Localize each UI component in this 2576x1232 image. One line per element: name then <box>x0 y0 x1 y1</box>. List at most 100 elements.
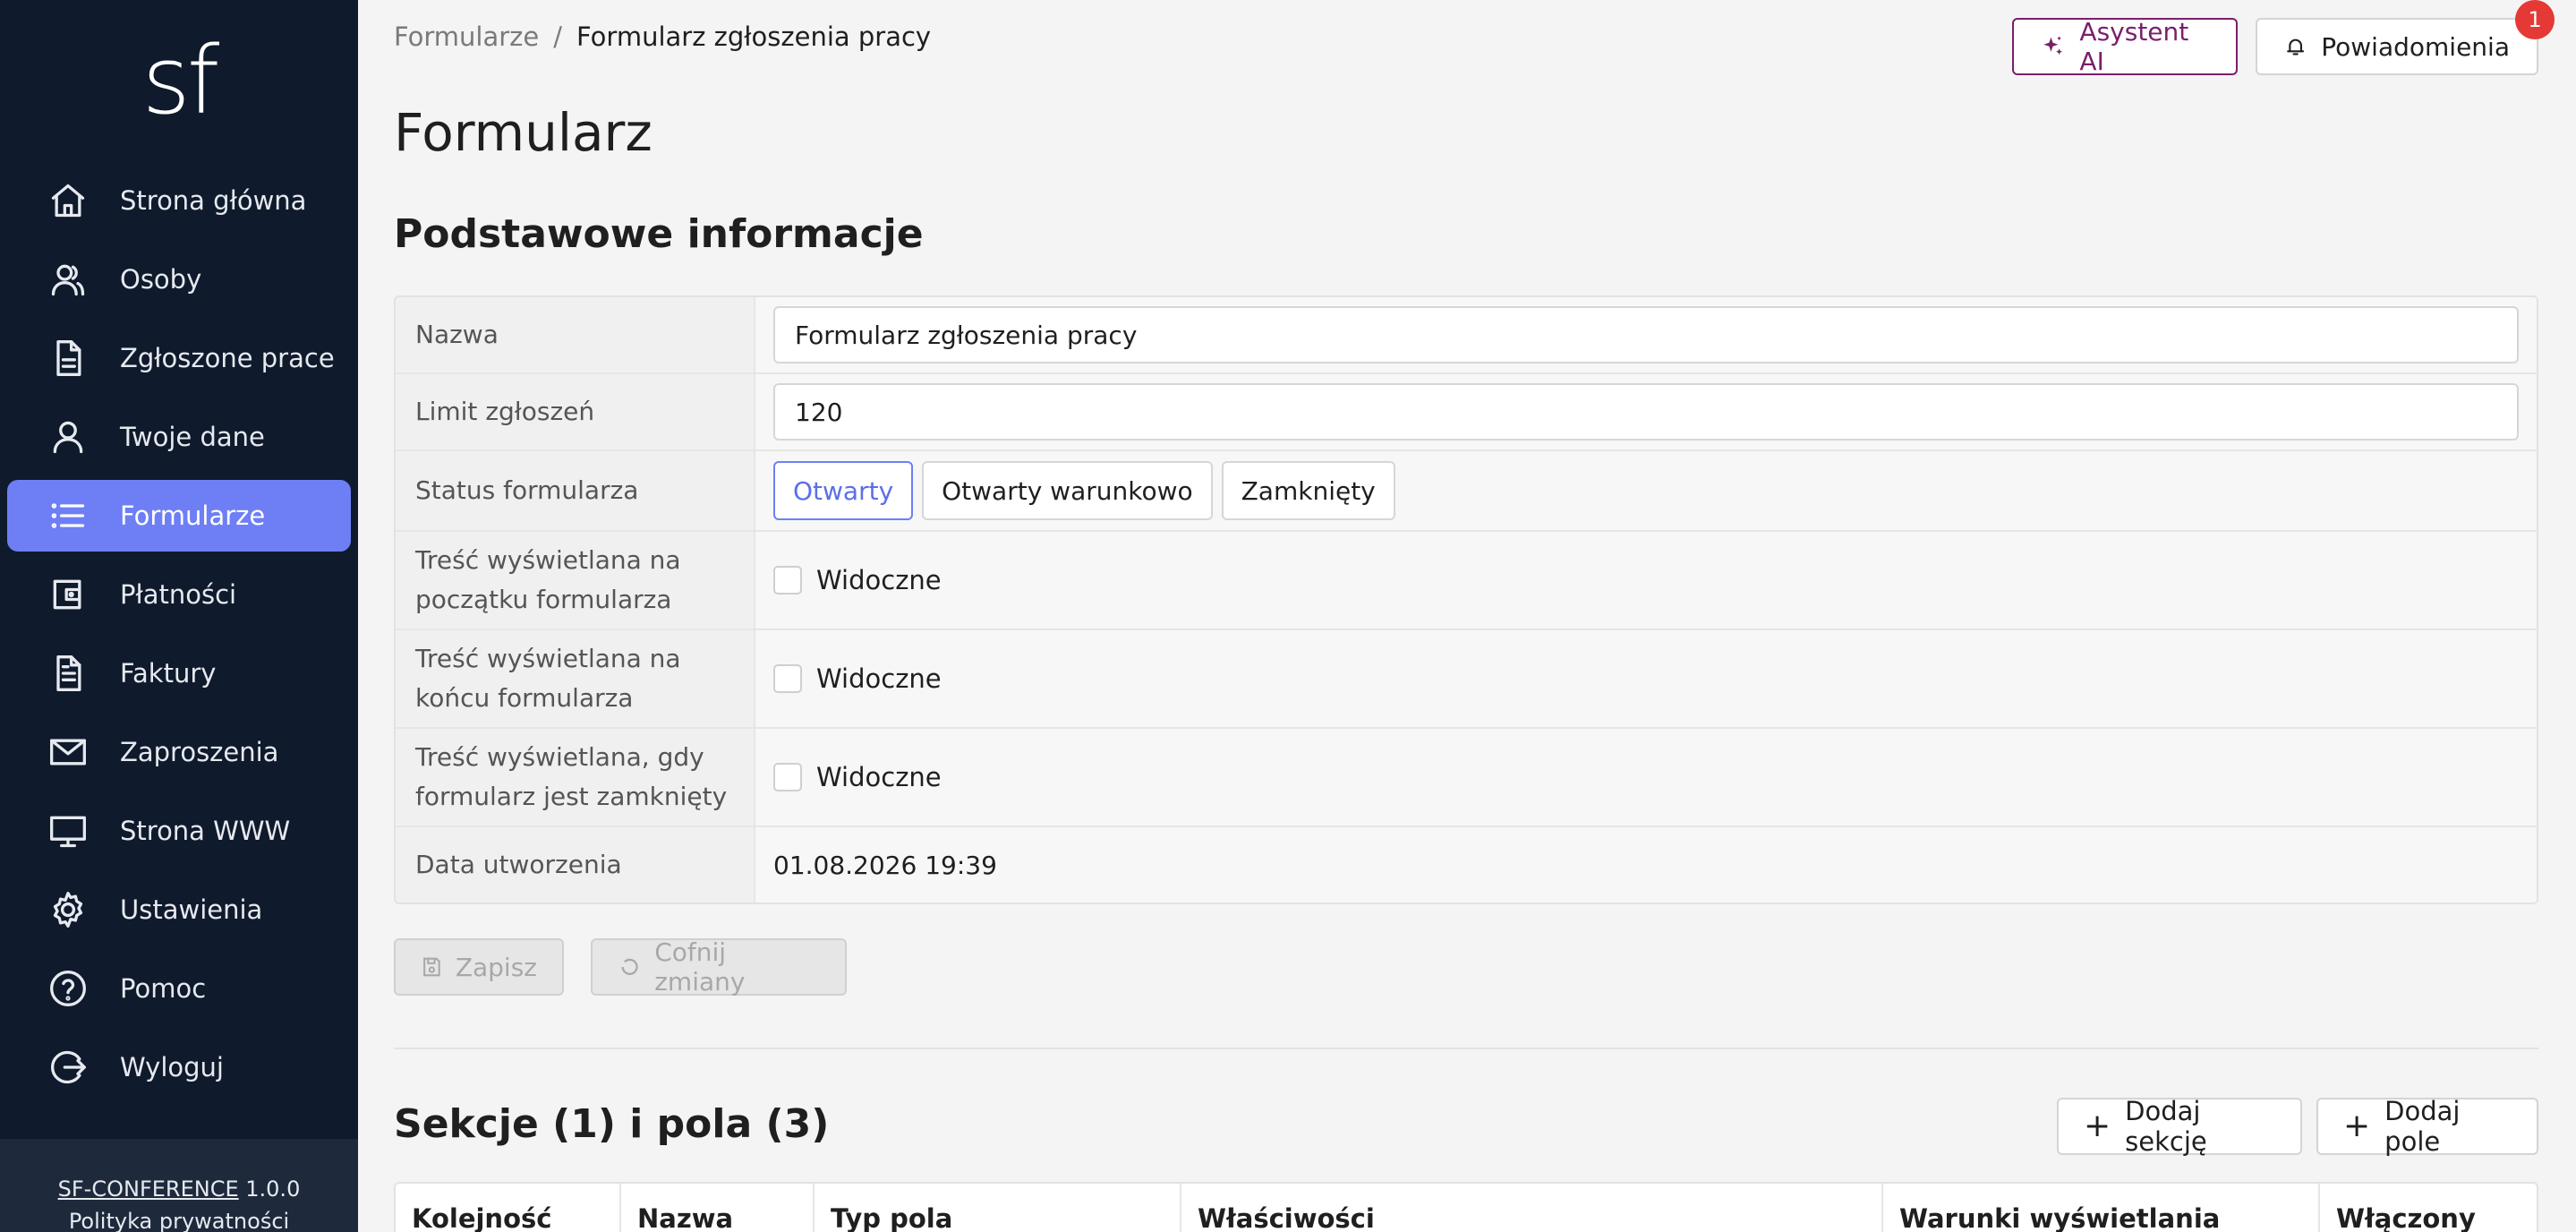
sidebar-item-invitations[interactable]: Zaproszenia <box>7 716 351 788</box>
sidebar-item-label: Twoje dane <box>120 422 265 452</box>
status-option-conditional[interactable]: Otwarty warunkowo <box>922 461 1213 520</box>
plus-icon: + <box>2084 1108 2111 1144</box>
sidebar-item-submissions[interactable]: Zgłoszone prace <box>7 322 351 394</box>
undo-icon <box>621 958 638 975</box>
name-input[interactable]: Formularz zgłoszenia pracy <box>773 306 2519 364</box>
start-content-checkbox[interactable] <box>773 566 802 595</box>
version-number: 1.0.0 <box>245 1176 301 1202</box>
limit-label: Limit zgłoszeń <box>396 374 755 449</box>
start-content-label: Treść wyświetlana na początku formularza <box>396 532 755 629</box>
ai-assistant-button[interactable]: Asystent AI <box>2012 17 2238 76</box>
closed-content-visible-toggle[interactable]: Widoczne <box>773 762 942 792</box>
invoice-icon <box>56 655 81 691</box>
gear-icon <box>53 892 83 928</box>
basic-info-form: Nazwa Formularz zgłoszenia pracy Limit z… <box>394 295 2538 904</box>
end-content-checkbox[interactable] <box>773 664 802 693</box>
document-icon <box>56 340 81 376</box>
sidebar-item-label: Ustawienia <box>120 894 263 925</box>
section-divider <box>394 1048 2538 1049</box>
sections-title: Sekcje (1) i pola (3) <box>394 1101 830 1147</box>
breadcrumb: Formularze / Formularz zgłoszenia pracy <box>394 21 931 52</box>
column-header-name[interactable]: Nazwa <box>621 1184 815 1232</box>
sidebar-item-label: Faktury <box>120 658 217 689</box>
visible-label: Widoczne <box>816 762 942 792</box>
column-header-display-conditions[interactable]: Warunki wyświetlania <box>1883 1184 2320 1232</box>
column-header-enabled[interactable]: Włączony <box>2320 1184 2537 1232</box>
status-option-open[interactable]: Otwarty <box>773 461 914 520</box>
column-header-order[interactable]: Kolejność <box>396 1184 621 1232</box>
wallet-icon <box>53 579 81 610</box>
sidebar-nav: Strona główna Osoby Zgłoszone prace Twoj… <box>7 165 351 1110</box>
form-row-closed-content: Treść wyświetlana, gdy formularz jest za… <box>396 729 2537 827</box>
form-row-limit: Limit zgłoszeń 120 <box>396 374 2537 451</box>
page-title: Formularz <box>394 102 653 163</box>
sidebar-item-label: Osoby <box>120 264 202 295</box>
created-label: Data utworzenia <box>396 827 755 903</box>
add-section-label: Dodaj sekcję <box>2125 1096 2207 1157</box>
closed-content-checkbox[interactable] <box>773 763 802 791</box>
revert-button[interactable]: Cofnij zmiany <box>591 937 847 997</box>
add-field-label: Dodaj pole <box>2384 1096 2461 1157</box>
sidebar-item-people[interactable]: Osoby <box>7 244 351 315</box>
notifications-button[interactable]: Powiadomienia <box>2256 18 2538 75</box>
help-icon <box>50 971 86 1006</box>
start-content-visible-toggle[interactable]: Widoczne <box>773 565 942 595</box>
visible-label: Widoczne <box>816 663 942 694</box>
users-icon <box>51 264 85 296</box>
sidebar-item-label: Wyloguj <box>120 1052 224 1082</box>
sidebar-item-label: Strona główna <box>120 185 307 216</box>
sidebar-item-label: Zaproszenia <box>120 737 279 767</box>
main-content: Formularze / Formularz zgłoszenia pracy As… <box>394 0 2555 1232</box>
app-name-link[interactable]: SF-CONFERENCE <box>58 1176 239 1202</box>
form-row-end-content: Treść wyświetlana na końcu formularza Wi… <box>396 630 2537 729</box>
monitor-icon <box>50 816 86 848</box>
form-row-name: Nazwa Formularz zgłoszenia pracy <box>396 297 2537 374</box>
name-label: Nazwa <box>396 297 755 372</box>
sidebar-item-label: Płatności <box>120 579 237 610</box>
sidebar-item-settings[interactable]: Ustawienia <box>7 874 351 945</box>
floppy-icon <box>423 957 440 977</box>
closed-content-label: Treść wyświetlana, gdy formularz jest za… <box>396 729 755 826</box>
mail-icon <box>50 739 86 766</box>
plus-icon: + <box>2343 1108 2371 1144</box>
app-version: SF-CONFERENCE 1.0.0 <box>0 1173 358 1205</box>
app-logo[interactable]: sf <box>0 27 358 134</box>
column-header-field-type[interactable]: Typ pola <box>815 1184 1181 1232</box>
add-field-button[interactable]: + Dodaj pole <box>2316 1096 2538 1157</box>
form-row-created: Data utworzenia 01.08.2026 19:39 <box>396 827 2537 903</box>
sidebar-footer: SF-CONFERENCE 1.0.0 Polityka prywatności <box>0 1139 358 1232</box>
ai-assistant-label: Asystent AI <box>2079 17 2189 76</box>
logout-icon <box>51 1050 86 1084</box>
privacy-policy-link[interactable]: Polityka prywatności <box>0 1205 358 1232</box>
sidebar-item-website[interactable]: Strona WWW <box>7 795 351 867</box>
form-row-start-content: Treść wyświetlana na początku formularza… <box>396 532 2537 630</box>
column-header-properties[interactable]: Właściwości <box>1181 1184 1883 1232</box>
sidebar-item-payments[interactable]: Płatności <box>7 559 351 630</box>
save-label: Zapisz <box>455 952 537 982</box>
sections-table-header: Kolejność Nazwa Typ pola Właściwości War… <box>394 1182 2538 1232</box>
sidebar-item-invoices[interactable]: Faktury <box>7 637 351 709</box>
list-icon <box>51 503 85 528</box>
status-label: Status formularza <box>396 451 755 530</box>
sidebar-item-logout[interactable]: Wyloguj <box>7 1031 351 1103</box>
breadcrumb-parent-link[interactable]: Formularze <box>394 21 539 52</box>
breadcrumb-separator: / <box>553 21 563 52</box>
sidebar-item-profile[interactable]: Twoje dane <box>7 401 351 473</box>
breadcrumb-current: Formularz zgłoszenia pracy <box>576 21 932 52</box>
created-value: 01.08.2026 19:39 <box>755 827 2537 903</box>
sparkle-icon <box>2043 36 2062 56</box>
sidebar-item-forms[interactable]: Formularze <box>7 480 351 552</box>
sidebar-item-label: Zgłoszone prace <box>120 343 335 373</box>
status-option-closed[interactable]: Zamknięty <box>1221 461 1395 520</box>
revert-label: Cofnij zmiany <box>654 937 746 997</box>
save-button[interactable]: Zapisz <box>394 938 564 996</box>
end-content-label: Treść wyświetlana na końcu formularza <box>396 630 755 727</box>
limit-input[interactable]: 120 <box>773 383 2519 441</box>
sidebar-item-home[interactable]: Strona główna <box>7 165 351 236</box>
add-section-button[interactable]: + Dodaj sekcję <box>2057 1096 2302 1157</box>
sidebar: sf Strona główna Osoby Zgłoszone prace T… <box>0 0 358 1232</box>
visible-label: Widoczne <box>816 565 942 595</box>
user-icon <box>53 421 83 454</box>
sidebar-item-help[interactable]: Pomoc <box>7 953 351 1024</box>
end-content-visible-toggle[interactable]: Widoczne <box>773 663 942 694</box>
